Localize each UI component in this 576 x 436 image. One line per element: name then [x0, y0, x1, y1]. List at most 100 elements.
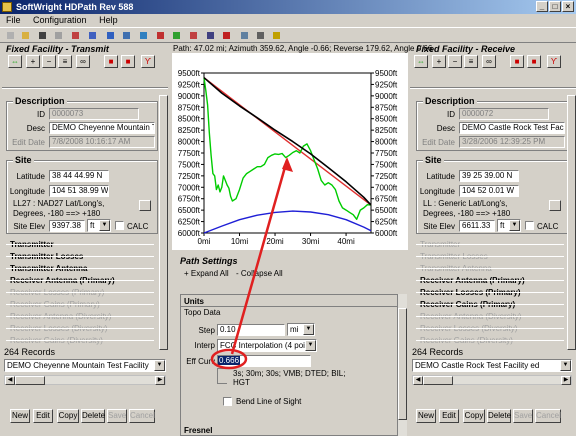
report-icon[interactable]: [187, 29, 200, 42]
latitude-field[interactable]: 38 44 44.99 N: [49, 170, 109, 182]
section-item[interactable]: Transmitter Antenna: [6, 264, 154, 274]
close-button[interactable]: ×: [562, 1, 574, 12]
longitude-field[interactable]: 104 51 38.99 W: [49, 185, 109, 197]
receive-scrollbar[interactable]: [567, 95, 576, 350]
calc-checkbox[interactable]: [115, 221, 124, 230]
copy-button[interactable]: Copy: [57, 409, 79, 423]
section-item[interactable]: Receiver Losses (Diversity): [416, 324, 564, 334]
menu-configuration[interactable]: Configuration: [33, 15, 87, 25]
delete-button[interactable]: Delete: [487, 409, 511, 423]
new-icon[interactable]: [4, 29, 17, 42]
section-item[interactable]: Transmitter Losses: [6, 252, 154, 262]
section-item[interactable]: Receiver Antenna (Diversity): [416, 312, 564, 322]
select-icon[interactable]: ⇔: [414, 55, 428, 68]
bookmark-multi-icon[interactable]: ■: [121, 55, 135, 68]
step-unit-select[interactable]: mi ▼: [287, 323, 315, 336]
section-item[interactable]: Receiver Gains (Diversity): [416, 336, 564, 346]
section-item[interactable]: Receiver Gains (Primary): [6, 300, 154, 310]
menu-help[interactable]: Help: [99, 15, 118, 25]
record-scroll[interactable]: ◀ ▶: [412, 375, 572, 385]
step-field[interactable]: 0.10: [217, 324, 285, 336]
scroll-thumb[interactable]: [423, 376, 453, 385]
interp-select[interactable]: FCC Interpolation (4 points) ▼: [217, 339, 317, 352]
edit-button[interactable]: Edit: [439, 409, 459, 423]
tools-icon[interactable]: ϒ: [547, 55, 561, 68]
facility-select[interactable]: DEMO Cheyenne Mountain Test Facility ▼: [4, 359, 166, 372]
eff-curv-field[interactable]: 0.666: [217, 355, 311, 367]
site-elev-field[interactable]: 9397.38: [49, 220, 85, 232]
section-item[interactable]: Receiver Losses (Primary): [6, 288, 154, 298]
calc-checkbox[interactable]: [525, 221, 534, 230]
delete-button[interactable]: Delete: [81, 409, 105, 423]
datum-button[interactable]: [139, 200, 151, 211]
zoom-in-icon[interactable]: [238, 29, 251, 42]
section-item[interactable]: Receiver Gains (Diversity): [6, 336, 154, 346]
layers-icon[interactable]: [137, 29, 150, 42]
tool-icon[interactable]: [69, 29, 82, 42]
binoculars-icon[interactable]: ∞: [76, 55, 90, 68]
zoom-out-icon[interactable]: [254, 29, 267, 42]
section-item[interactable]: Receiver Antenna (Primary): [6, 276, 154, 286]
edit-icon[interactable]: [86, 29, 99, 42]
transmit-scrollbar[interactable]: [159, 95, 168, 350]
tools-icon[interactable]: ϒ: [141, 55, 155, 68]
record-scroll[interactable]: ◀ ▶: [4, 375, 166, 385]
open-icon[interactable]: [19, 29, 32, 42]
section-item[interactable]: Receiver Losses (Primary): [416, 288, 564, 298]
scroll-thumb[interactable]: [15, 376, 45, 385]
datum-button[interactable]: [549, 200, 561, 211]
chevron-right-icon[interactable]: ▶: [155, 376, 165, 385]
site-elev-field[interactable]: 6611.33: [459, 220, 495, 232]
list-icon[interactable]: ≡: [58, 55, 72, 68]
remove-icon[interactable]: −: [42, 55, 56, 68]
new-button[interactable]: New: [10, 409, 30, 423]
collapse-all-link[interactable]: - Collapse All: [236, 269, 283, 278]
bookmark-icon[interactable]: ■: [510, 55, 524, 68]
menu-file[interactable]: File: [6, 15, 21, 25]
section-item[interactable]: Transmitter: [6, 240, 154, 250]
binoculars-icon[interactable]: ∞: [482, 55, 496, 68]
chevron-left-icon[interactable]: ◀: [5, 376, 15, 385]
section-item[interactable]: Receiver Losses (Diversity): [6, 324, 154, 334]
section-item[interactable]: Receiver Gains (Primary): [416, 300, 564, 310]
elev-unit-select[interactable]: ft ▼: [497, 219, 521, 232]
section-item[interactable]: Transmitter Losses: [416, 252, 564, 262]
elev-unit-select[interactable]: ft ▼: [87, 219, 111, 232]
add-icon[interactable]: +: [26, 55, 40, 68]
help-icon[interactable]: [270, 29, 283, 42]
settings-scrollbar[interactable]: [398, 294, 407, 436]
desc-field[interactable]: DEMO Castle Rock Test Facilit: [459, 122, 565, 134]
add-icon[interactable]: +: [432, 55, 446, 68]
chevron-left-icon[interactable]: ◀: [413, 376, 423, 385]
desc-field[interactable]: DEMO Cheyenne Mountain Te: [49, 122, 155, 134]
preview-icon[interactable]: [52, 29, 65, 42]
marker-icon[interactable]: [220, 29, 233, 42]
new-button[interactable]: New: [416, 409, 436, 423]
edit-button[interactable]: Edit: [33, 409, 53, 423]
select-icon[interactable]: ⇔: [8, 55, 22, 68]
section-item[interactable]: Transmitter Antenna: [416, 264, 564, 274]
remove-icon[interactable]: −: [448, 55, 462, 68]
chart-red-icon[interactable]: [154, 29, 167, 42]
table-icon[interactable]: [204, 29, 217, 42]
longitude-field[interactable]: 104 52 0.01 W: [459, 185, 519, 197]
map-icon[interactable]: [120, 29, 133, 42]
section-item[interactable]: Receiver Antenna (Primary): [416, 276, 564, 286]
print-icon[interactable]: [36, 29, 49, 42]
chart-green-icon[interactable]: [170, 29, 183, 42]
facility-select[interactable]: DEMO Castle Rock Test Facility ed ▼: [412, 359, 572, 372]
bend-los-checkbox[interactable]: [223, 397, 232, 406]
x-tick-label: 10mi: [231, 237, 249, 246]
bookmark-icon[interactable]: ■: [104, 55, 118, 68]
chevron-right-icon[interactable]: ▶: [561, 376, 571, 385]
bookmark-multi-icon[interactable]: ■: [527, 55, 541, 68]
minimize-button[interactable]: _: [536, 1, 548, 12]
list-icon[interactable]: ≡: [464, 55, 478, 68]
globe-icon[interactable]: [104, 29, 117, 42]
copy-button[interactable]: Copy: [463, 409, 485, 423]
section-item[interactable]: Transmitter: [416, 240, 564, 250]
expand-all-link[interactable]: + Expand All: [184, 269, 229, 278]
maximize-button[interactable]: □: [549, 1, 561, 12]
latitude-field[interactable]: 39 25 39.00 N: [459, 170, 519, 182]
section-item[interactable]: Receiver Antenna (Diversity): [6, 312, 154, 322]
